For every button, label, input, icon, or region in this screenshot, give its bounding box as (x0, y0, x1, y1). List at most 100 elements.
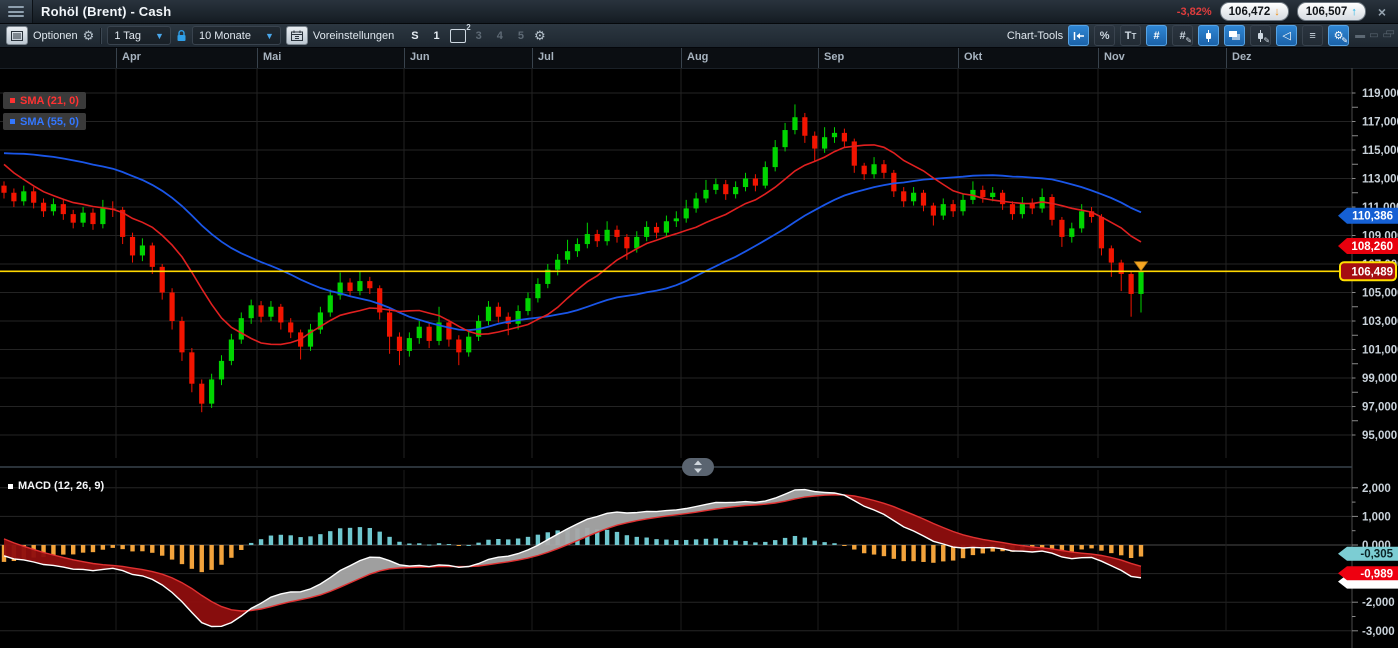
layout-button-s[interactable]: S (406, 30, 423, 42)
trading-app-window: Rohöl (Brent) - Cash -3,82% 106,472 ↓ 10… (0, 0, 1398, 648)
calendar-icon (291, 30, 303, 41)
chart-canvas[interactable]: 119,000117,000115,000113,000111,000109,0… (0, 68, 1398, 648)
month-label: Okt (964, 51, 982, 63)
close-icon[interactable]: × (1374, 4, 1390, 20)
title-bar: Rohöl (Brent) - Cash -3,82% 106,472 ↓ 10… (0, 0, 1398, 24)
price-down-arrow-icon: ↓ (1274, 6, 1280, 18)
minimize-icon[interactable]: ▬ (1355, 30, 1365, 41)
blue-square-icon (10, 119, 15, 124)
line-style-button[interactable]: ≡ (1302, 25, 1323, 46)
svg-text:110,386: 110,386 (1352, 211, 1393, 223)
candlestick-icon (1206, 30, 1211, 42)
gear-icon[interactable]: ⚙ (83, 29, 95, 42)
white-square-icon (8, 484, 13, 489)
month-label: Sep (824, 51, 844, 63)
red-square-icon (10, 98, 15, 103)
layout-button-1[interactable]: 1 (429, 30, 445, 42)
month-label: Mai (263, 51, 281, 63)
windows-icon (1229, 31, 1237, 37)
options-menu[interactable]: Optionen (33, 30, 78, 42)
month-separator (1098, 48, 1099, 68)
grid-edit-button[interactable]: #✎ (1172, 25, 1193, 46)
pencil-icon: ✎ (1263, 37, 1270, 45)
percent-scale-button[interactable]: % (1094, 25, 1115, 46)
main-menu-button[interactable] (0, 0, 33, 23)
instrument-title: Rohöl (Brent) - Cash (41, 4, 171, 19)
period-value: 1 Tag (114, 30, 141, 42)
svg-text:-3,000: -3,000 (1362, 626, 1395, 638)
svg-text:99,000: 99,000 (1362, 373, 1397, 385)
window-controls: ▬ ▭ ▭▭ (1355, 30, 1398, 41)
cascade-icon[interactable]: ▭▭ (1383, 30, 1392, 41)
layout-button-3[interactable]: 3 (471, 30, 487, 42)
sma21-legend[interactable]: SMA (21, 0) (3, 92, 86, 109)
hamburger-icon (8, 6, 24, 17)
current-price-line (0, 262, 1352, 272)
percent-icon: % (1100, 30, 1110, 42)
settings-edit-button[interactable]: ⚙✎ (1328, 25, 1349, 46)
candlestick-style-button[interactable] (1198, 25, 1219, 46)
svg-text:2,000: 2,000 (1362, 483, 1391, 495)
price-up-arrow-icon: ↑ (1351, 6, 1357, 18)
snap-back-button[interactable] (1068, 25, 1089, 46)
buy-price-button[interactable]: 106,507 ↑ (1297, 2, 1366, 21)
calendar-button[interactable] (286, 26, 308, 45)
callout-icon: ◁ (1282, 29, 1290, 42)
svg-text:-0,305: -0,305 (1360, 549, 1393, 561)
month-separator (958, 48, 959, 68)
axis-price-pointers: -0,989 -0,305 110,386 108,260 106,489 (1338, 208, 1398, 589)
svg-text:106,489: 106,489 (1351, 266, 1393, 278)
svg-text:105,000: 105,000 (1362, 288, 1398, 300)
svg-text:1,000: 1,000 (1362, 511, 1391, 523)
sell-price-button[interactable]: 106,472 ↓ (1220, 2, 1289, 21)
macd-legend[interactable]: MACD (12, 26, 9) (8, 480, 104, 492)
svg-text:-0,989: -0,989 (1360, 568, 1393, 580)
pane-splitter[interactable] (0, 458, 1352, 476)
sma21-legend-label: SMA (21, 0) (20, 95, 79, 107)
list-view-button[interactable] (6, 26, 28, 45)
candle-edit-button[interactable]: ✎ (1250, 25, 1271, 46)
month-separator (1226, 48, 1227, 68)
presets-menu[interactable]: Voreinstellungen (313, 30, 394, 42)
price-axis[interactable]: 119,000117,000115,000113,000111,000109,0… (1352, 68, 1398, 648)
sma55-legend[interactable]: SMA (55, 0) (3, 113, 86, 130)
time-axis-header[interactable]: AprMaiJunJulAugSepOktNovDez (0, 48, 1398, 69)
grid-toggle-button[interactable]: # (1146, 25, 1167, 46)
svg-text:108,260: 108,260 (1351, 241, 1393, 253)
range-dropdown[interactable]: 10 Monate ▼ (192, 26, 281, 45)
month-label: Nov (1104, 51, 1125, 63)
sma55-legend-label: SMA (55, 0) (20, 116, 79, 128)
svg-text:97,000: 97,000 (1362, 402, 1397, 414)
layout-switcher: S 1 2 3 4 5 ⚙ (400, 24, 552, 47)
text-tool-button[interactable]: TT (1120, 25, 1141, 46)
arrow-to-bar-icon (1073, 31, 1085, 41)
restore-icon[interactable]: ▭ (1369, 30, 1378, 41)
layout-button-4[interactable]: 4 (492, 30, 508, 42)
pencil-icon: ✎ (1341, 37, 1348, 45)
month-separator (404, 48, 405, 68)
range-value: 10 Monate (199, 30, 251, 42)
macd-ribbon (4, 490, 1141, 627)
month-separator (532, 48, 533, 68)
lines-icon: ≡ (1309, 30, 1315, 42)
svg-text:113,000: 113,000 (1362, 174, 1398, 186)
month-label: Jun (410, 51, 430, 63)
svg-text:95,000: 95,000 (1362, 430, 1397, 442)
chart-toolbar: Optionen ⚙ 1 Tag ▼ 10 Monate ▼ Voreinste… (0, 24, 1398, 48)
gear-icon[interactable]: ⚙ (534, 29, 546, 42)
layout-button-2[interactable]: 2 (450, 29, 466, 43)
svg-text:-2,000: -2,000 (1362, 597, 1395, 609)
svg-text:101,000: 101,000 (1362, 345, 1398, 357)
list-icon (11, 31, 23, 41)
change-percent: -3,82% (1177, 6, 1212, 18)
period-dropdown[interactable]: 1 Tag ▼ (107, 26, 171, 45)
annotation-button[interactable]: ◁ (1276, 25, 1297, 46)
svg-text:103,000: 103,000 (1362, 316, 1398, 328)
candlesticks (1, 104, 1143, 412)
windows-layout-button[interactable] (1224, 25, 1245, 46)
month-separator (116, 48, 117, 68)
lock-icon[interactable] (176, 29, 187, 42)
layout-button-5[interactable]: 5 (513, 30, 529, 42)
sell-price-value: 106,472 (1229, 6, 1271, 18)
month-label: Dez (1232, 51, 1252, 63)
